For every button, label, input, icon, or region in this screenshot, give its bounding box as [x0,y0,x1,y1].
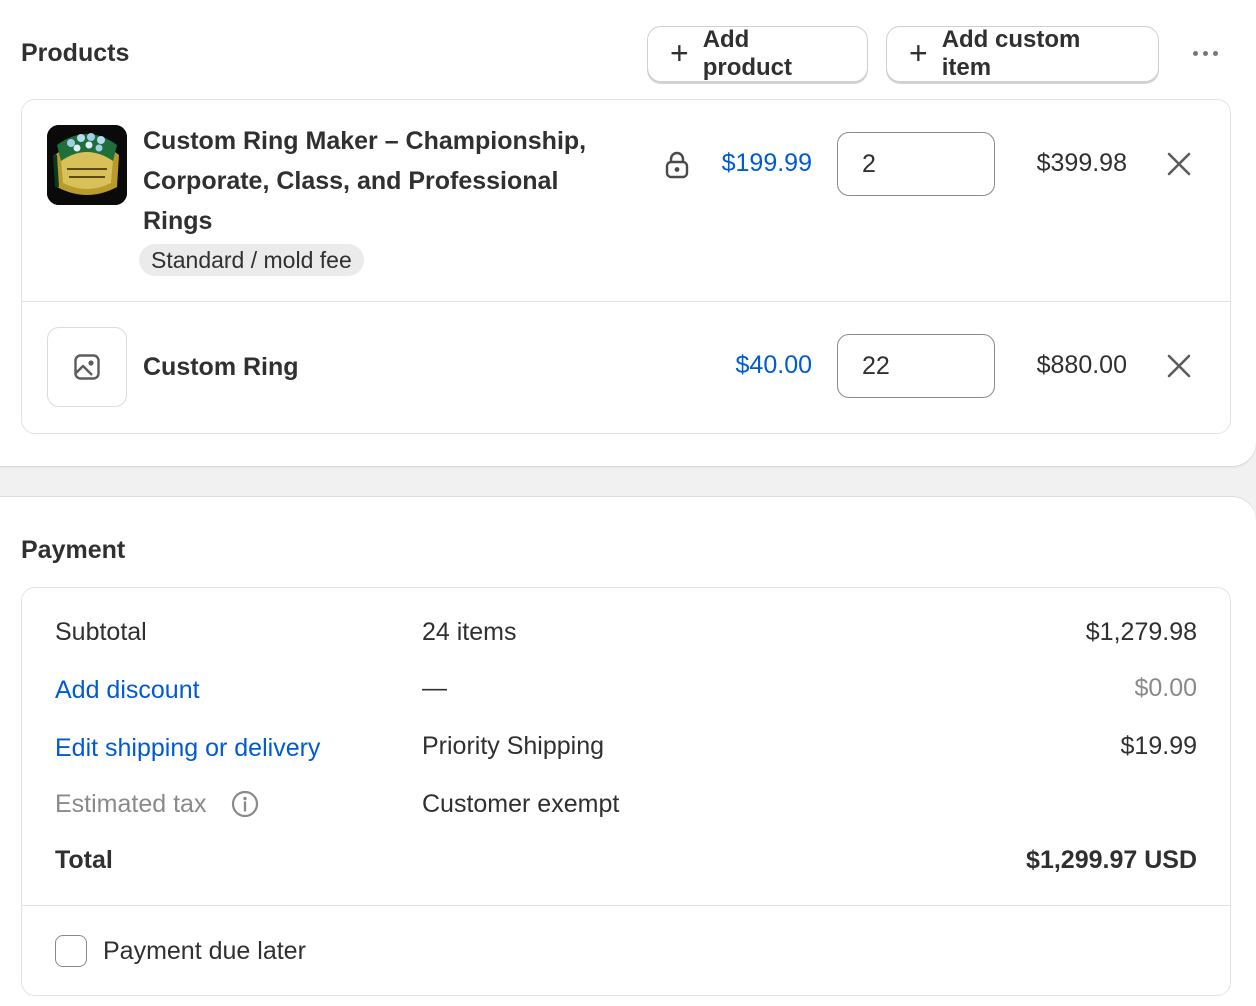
product-title-custom-ring[interactable]: Custom Ring [143,347,299,387]
plus-icon: + [670,34,689,71]
product-title-ring-maker[interactable]: Custom Ring Maker – Championship, Corpor… [143,121,623,241]
unit-price-link[interactable]: $199.99 [692,149,812,178]
products-card: Products + Add product + Add custom item [0,0,1256,466]
ring-image [47,125,127,205]
remove-item-icon[interactable] [1166,353,1192,379]
product-title-line: Custom Ring Maker – Championship, [143,127,587,155]
payment-divider [22,905,1230,906]
payment-summary: Subtotal 24 items $1,279.98 Add discount… [21,587,1231,996]
more-actions-icon[interactable] [1185,40,1225,66]
payment-due-later-checkbox[interactable] [55,935,87,967]
line-total: $880.00 [1036,351,1127,379]
product-title-line: Corporate, Class, and Professional [143,167,559,195]
subtotal-amount: $1,279.98 [1085,618,1197,646]
row-divider [22,301,1230,302]
product-title-line: Rings [143,207,213,235]
total-amount: $1,299.97 USD [1026,846,1197,874]
line-items-list: Custom Ring Maker – Championship, Corpor… [21,99,1231,434]
subtotal-label: Subtotal [55,618,147,646]
add-product-label: Add product [702,26,793,81]
add-custom-item-button[interactable]: + Add custom item [886,26,1159,82]
image-placeholder-icon [74,354,100,380]
payment-title: Payment [21,536,126,564]
discount-detail: — [422,674,447,702]
plus-icon: + [909,34,928,71]
info-icon[interactable] [231,790,259,818]
remove-item-icon[interactable] [1166,151,1192,177]
payment-card: Payment Subtotal 24 items $1,279.98 Add … [0,497,1256,1006]
add-custom-item-label: Add custom item [941,26,1081,81]
discount-amount: $0.00 [1134,674,1197,702]
products-title: Products [21,39,130,67]
variant-badge: Standard / mold fee [139,244,364,276]
lock-icon [665,151,689,179]
tax-detail: Customer exempt [422,790,620,818]
unit-price-link[interactable]: $40.00 [692,351,812,380]
subtotal-items: 24 items [422,618,517,646]
line-total: $399.98 [1036,149,1127,177]
estimated-tax-label: Estimated tax [55,790,207,818]
add-product-button[interactable]: + Add product [647,26,868,82]
product-thumbnail-ring[interactable] [47,125,127,205]
payment-due-later-label[interactable]: Payment due later [103,935,306,967]
total-label: Total [55,846,113,874]
product-thumbnail-placeholder[interactable] [47,327,127,407]
edit-shipping-link[interactable]: Edit shipping or delivery [55,734,320,763]
add-discount-link[interactable]: Add discount [55,676,200,705]
shipping-method: Priority Shipping [422,732,605,760]
shipping-amount: $19.99 [1120,732,1197,760]
